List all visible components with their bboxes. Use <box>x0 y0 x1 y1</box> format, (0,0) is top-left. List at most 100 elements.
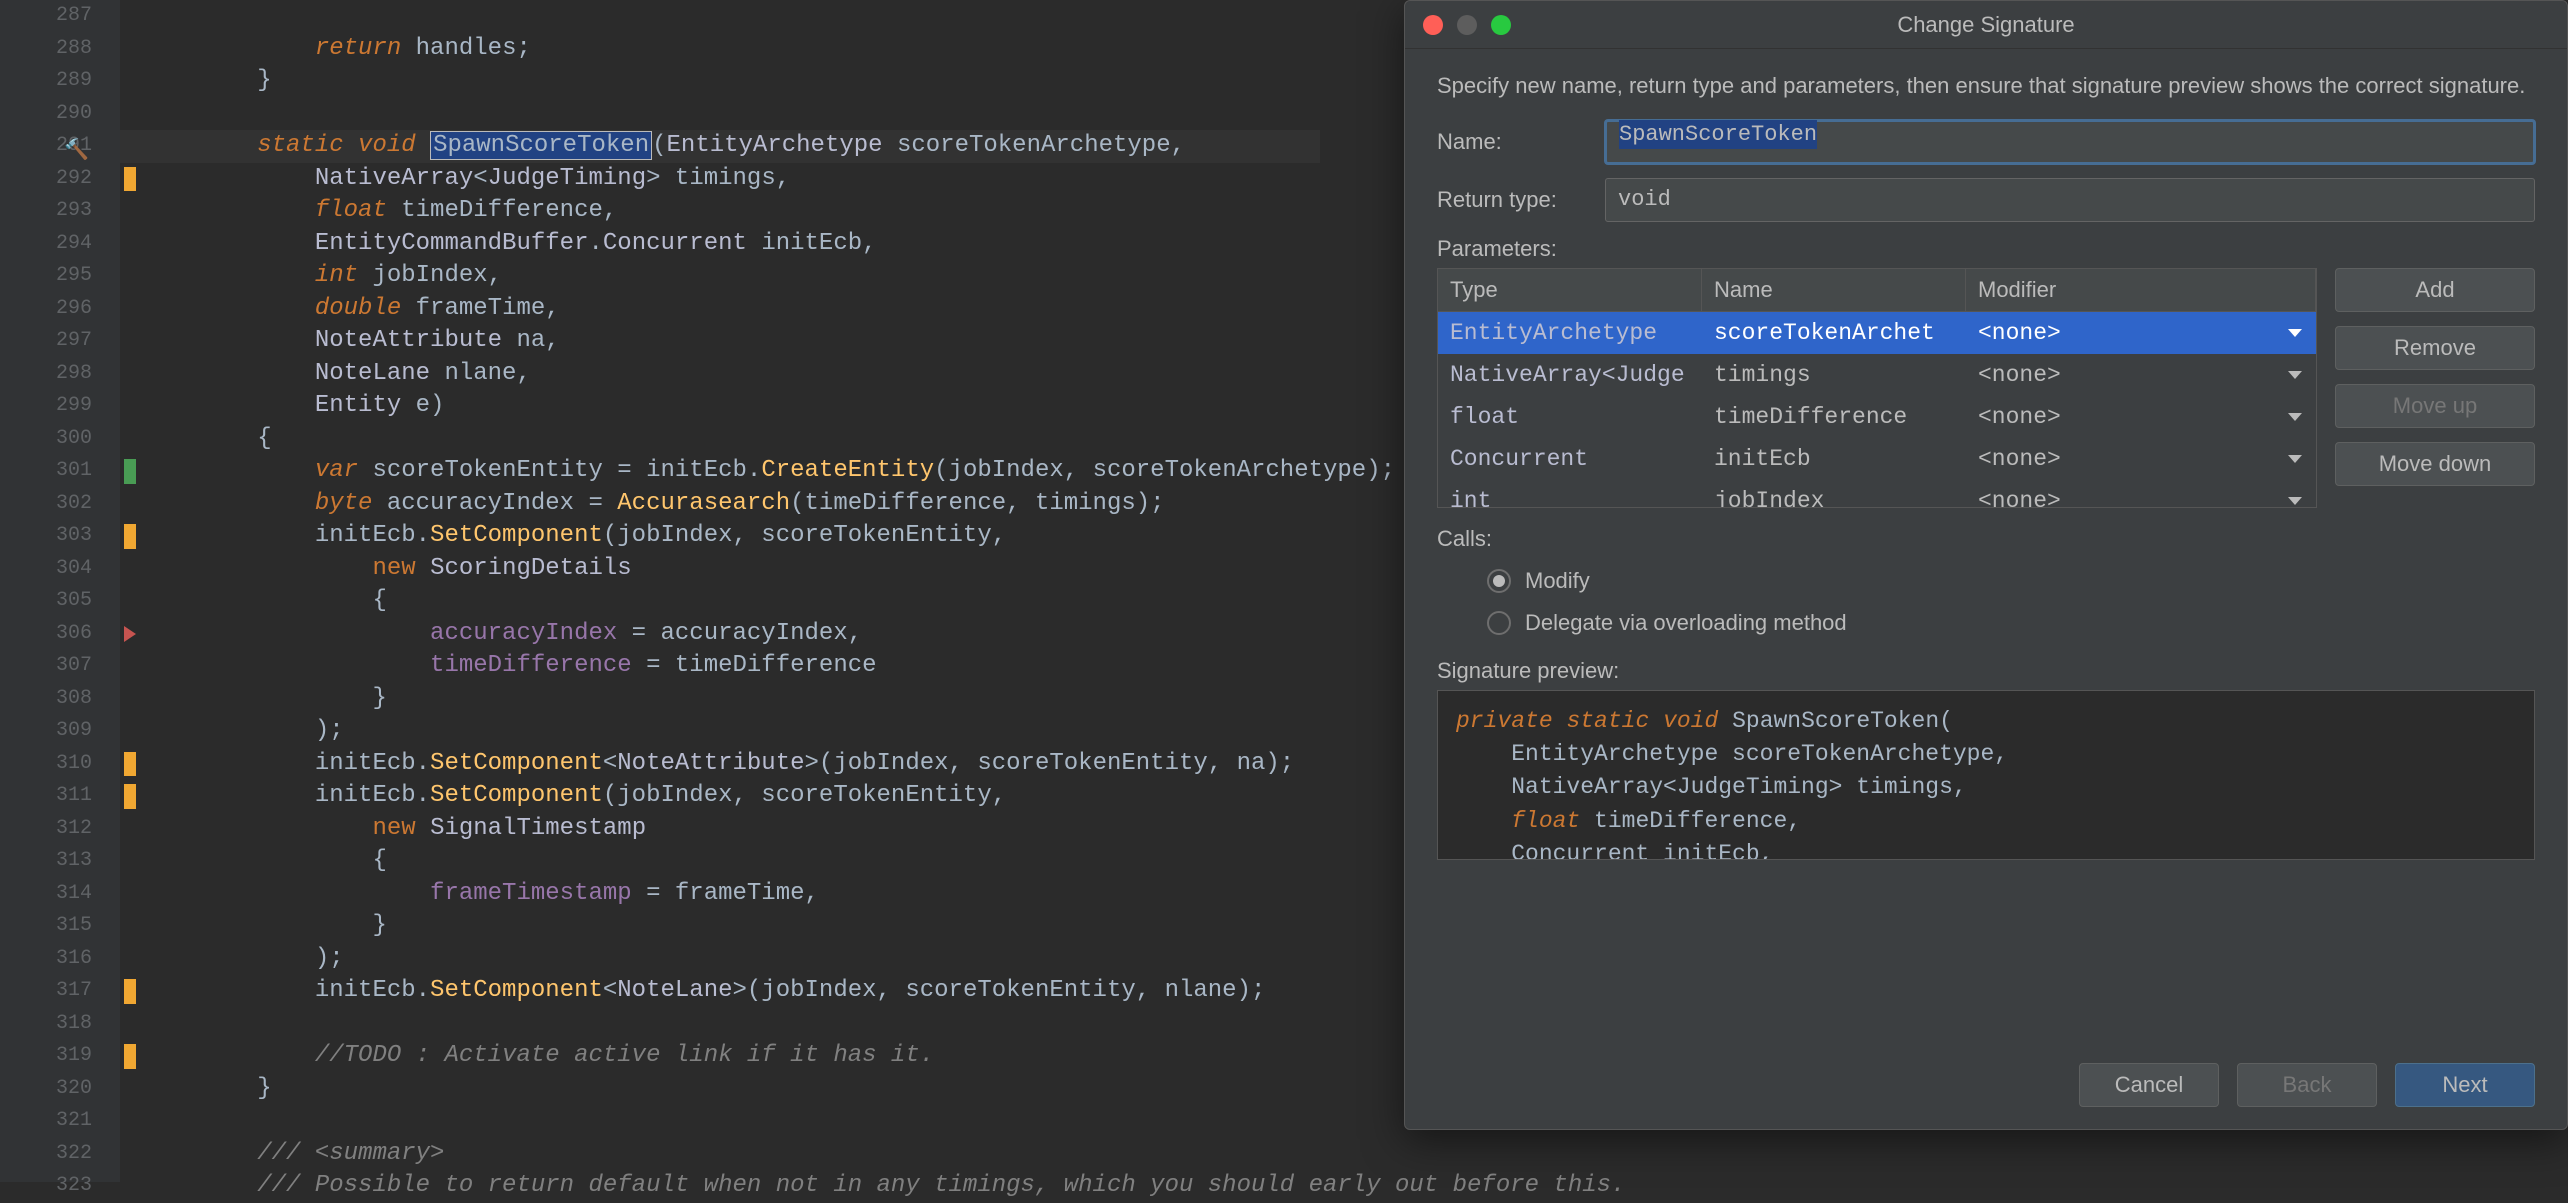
parameters-header: Type Name Modifier <box>1438 269 2316 312</box>
chevron-down-icon <box>2288 371 2302 379</box>
radio-modify[interactable]: Modify <box>1487 560 2535 602</box>
line-number: 307 <box>0 650 120 683</box>
param-modifier[interactable]: <none> <box>1966 404 2316 430</box>
code-line[interactable]: /// <summary> <box>142 1138 2568 1171</box>
line-number: 304 <box>0 553 120 586</box>
line-number: 318 <box>0 1008 120 1041</box>
line-number: 289 <box>0 65 120 98</box>
line-number: 320 <box>0 1073 120 1106</box>
parameter-row[interactable]: EntityArchetypescoreTokenArchet<none> <box>1438 312 2316 354</box>
change-marker <box>124 784 136 809</box>
return-type-field[interactable] <box>1605 178 2535 222</box>
parameters-label: Parameters: <box>1437 236 2535 262</box>
window-close-icon[interactable] <box>1423 15 1443 35</box>
param-name[interactable]: initEcb <box>1702 446 1966 472</box>
column-header-modifier[interactable]: Modifier <box>1966 269 2316 311</box>
line-number: 311 <box>0 780 120 813</box>
chevron-down-icon <box>2288 413 2302 421</box>
line-number: 301 <box>0 455 120 488</box>
param-type[interactable]: NativeArray<Judge <box>1438 362 1702 388</box>
param-type[interactable]: Concurrent <box>1438 446 1702 472</box>
line-number: 298 <box>0 358 120 391</box>
chevron-down-icon <box>2288 455 2302 463</box>
dialog-titlebar: Change Signature <box>1405 1 2567 49</box>
line-number: 322 <box>0 1138 120 1171</box>
change-signature-dialog: Change Signature Specify new name, retur… <box>1404 0 2568 1130</box>
line-number: 293 <box>0 195 120 228</box>
param-name[interactable]: timeDifference <box>1702 404 1966 430</box>
line-number: 302 <box>0 488 120 521</box>
line-number: 305 <box>0 585 120 618</box>
line-number: 315 <box>0 910 120 943</box>
param-type[interactable]: int <box>1438 488 1702 508</box>
param-modifier[interactable]: <none> <box>1966 488 2316 508</box>
remove-button[interactable]: Remove <box>2335 326 2535 370</box>
dialog-title: Change Signature <box>1405 1 2567 49</box>
parameter-row[interactable]: ConcurrentinitEcb<none> <box>1438 438 2316 480</box>
signature-preview: private static void SpawnScoreToken( Ent… <box>1437 690 2535 860</box>
refactor-icon[interactable]: 🔨 <box>64 136 84 156</box>
param-modifier[interactable]: <none> <box>1966 362 2316 388</box>
radio-delegate[interactable]: Delegate via overloading method <box>1487 602 2535 644</box>
line-number: 309 <box>0 715 120 748</box>
radio-icon <box>1487 569 1511 593</box>
parameter-row[interactable]: floattimeDifference<none> <box>1438 396 2316 438</box>
code-line[interactable]: /// Possible to return default when not … <box>142 1170 2568 1203</box>
line-number: 316 <box>0 943 120 976</box>
parameter-row[interactable]: NativeArray<Judgetimings<none> <box>1438 354 2316 396</box>
parameter-row[interactable]: intjobIndex<none> <box>1438 480 2316 508</box>
window-minimize-icon <box>1457 15 1477 35</box>
move-down-button[interactable]: Move down <box>2335 442 2535 486</box>
change-marker <box>124 1044 136 1069</box>
return-type-label: Return type: <box>1437 187 1587 213</box>
change-marker <box>124 752 136 777</box>
line-number: 306 <box>0 618 120 651</box>
signature-preview-label: Signature preview: <box>1437 658 2535 684</box>
radio-modify-label: Modify <box>1525 568 1590 594</box>
param-modifier[interactable]: <none> <box>1966 446 2316 472</box>
column-header-name[interactable]: Name <box>1702 269 1966 311</box>
name-field[interactable]: SpawnScoreToken <box>1605 120 2535 164</box>
line-number: 303 <box>0 520 120 553</box>
chevron-down-icon <box>2288 329 2302 337</box>
breakpoint-icon[interactable] <box>124 626 136 642</box>
line-number: 308 <box>0 683 120 716</box>
line-number: 300 <box>0 423 120 456</box>
window-maximize-icon[interactable] <box>1491 15 1511 35</box>
parameters-table[interactable]: Type Name Modifier EntityArchetypescoreT… <box>1437 268 2317 508</box>
line-number: 287 <box>0 0 120 33</box>
line-number: 317 <box>0 975 120 1008</box>
param-name[interactable]: scoreTokenArchet <box>1702 320 1966 346</box>
column-header-type[interactable]: Type <box>1438 269 1702 311</box>
param-modifier[interactable]: <none> <box>1966 320 2316 346</box>
line-number: 291🔨 <box>0 130 120 163</box>
cancel-button[interactable]: Cancel <box>2079 1063 2219 1107</box>
line-number: 294 <box>0 228 120 261</box>
line-number: 321 <box>0 1105 120 1138</box>
line-number: 310 <box>0 748 120 781</box>
line-number: 288 <box>0 33 120 66</box>
line-number: 319 <box>0 1040 120 1073</box>
param-name[interactable]: jobIndex <box>1702 488 1966 508</box>
next-button[interactable]: Next <box>2395 1063 2535 1107</box>
change-marker <box>124 524 136 549</box>
add-button[interactable]: Add <box>2335 268 2535 312</box>
line-number: 297 <box>0 325 120 358</box>
line-number: 292 <box>0 163 120 196</box>
change-marker <box>124 167 136 192</box>
gutter: 287288289290291🔨292293294295296297298299… <box>0 0 120 1182</box>
change-marker-column <box>120 0 142 1182</box>
line-number: 312 <box>0 813 120 846</box>
param-name[interactable]: timings <box>1702 362 1966 388</box>
change-marker <box>124 459 136 484</box>
name-label: Name: <box>1437 129 1587 155</box>
calls-label: Calls: <box>1437 526 2535 552</box>
line-number: 290 <box>0 98 120 131</box>
param-type[interactable]: EntityArchetype <box>1438 320 1702 346</box>
move-up-button[interactable]: Move up <box>2335 384 2535 428</box>
line-number: 313 <box>0 845 120 878</box>
param-type[interactable]: float <box>1438 404 1702 430</box>
line-number: 314 <box>0 878 120 911</box>
back-button[interactable]: Back <box>2237 1063 2377 1107</box>
dialog-description: Specify new name, return type and parame… <box>1437 71 2535 102</box>
